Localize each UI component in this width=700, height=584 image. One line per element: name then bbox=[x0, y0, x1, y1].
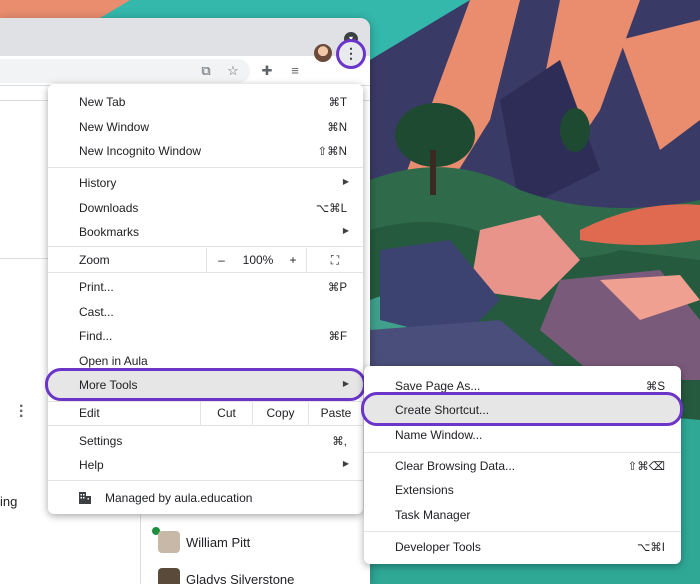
menu-item-label: Clear Browsing Data... bbox=[395, 459, 516, 473]
avatar bbox=[158, 531, 180, 553]
menu-item-shortcut: ⌘, bbox=[332, 436, 347, 448]
menu-item-shortcut: ⇧⌘⌫ bbox=[627, 461, 665, 473]
menu-item-history[interactable]: History ▶ bbox=[48, 171, 363, 195]
menu-item-label: Edit bbox=[79, 406, 100, 420]
menu-item-label: Extensions bbox=[395, 483, 454, 497]
menu-item-label: More Tools bbox=[79, 378, 138, 392]
menu-item-label: Print... bbox=[79, 280, 114, 294]
menu-item-label: Name Window... bbox=[395, 428, 483, 442]
submenu-item-task-manager[interactable]: Task Manager bbox=[364, 503, 681, 527]
zoom-level: 100% bbox=[242, 253, 274, 267]
menu-item-shortcut: ⌥⌘I bbox=[637, 542, 665, 554]
menu-divider bbox=[364, 452, 681, 453]
menu-item-label: Help bbox=[79, 458, 104, 472]
person-name: William Pitt bbox=[186, 535, 251, 550]
page-text-fragment: ing bbox=[0, 494, 18, 509]
menu-item-label: Settings bbox=[79, 434, 123, 448]
bookmark-star-icon[interactable]: ☆ bbox=[223, 61, 243, 81]
menu-divider bbox=[48, 167, 363, 168]
menu-item-shortcut: ⌘S bbox=[645, 381, 665, 393]
profile-avatar[interactable] bbox=[314, 44, 332, 62]
menu-item-label: Zoom bbox=[79, 253, 110, 267]
submenu-item-create-shortcut[interactable]: Create Shortcut... bbox=[361, 392, 683, 426]
menu-item-shortcut: ⌥⌘L bbox=[315, 203, 347, 215]
menu-item-zoom: Zoom – 100% + ⛶ bbox=[48, 248, 363, 272]
menu-divider bbox=[48, 425, 363, 426]
media-queue-icon[interactable]: ≡ bbox=[285, 61, 305, 81]
menu-item-print[interactable]: Print... ⌘P bbox=[48, 275, 363, 299]
menu-item-label: New Tab bbox=[79, 95, 126, 109]
menu-item-managed[interactable]: Managed by aula.education bbox=[48, 486, 363, 510]
submenu-arrow-icon: ▶ bbox=[342, 177, 349, 186]
menu-item-new-incognito-window[interactable]: New Incognito Window ⇧⌘N bbox=[48, 139, 363, 163]
menu-item-shortcut: ⌘F bbox=[328, 331, 347, 343]
paste-button[interactable]: Paste bbox=[308, 401, 363, 425]
managed-by-label: Managed by aula.education bbox=[105, 491, 253, 505]
menu-item-label: New Window bbox=[79, 120, 150, 134]
submenu-arrow-icon: ▶ bbox=[342, 459, 349, 468]
browser-toolbar: ⧉ ☆ ✚ ≡ bbox=[0, 56, 370, 86]
menu-item-label: Save Page As... bbox=[395, 379, 481, 393]
menu-item-edit: Edit Cut Copy Paste bbox=[48, 401, 363, 425]
building-icon bbox=[79, 492, 91, 504]
menu-item-shortcut: ⌘N bbox=[327, 122, 347, 134]
menu-item-label: Create Shortcut... bbox=[395, 403, 490, 417]
menu-item-shortcut: ⌘T bbox=[328, 97, 347, 109]
menu-item-label: Bookmarks bbox=[79, 225, 140, 239]
menu-item-downloads[interactable]: Downloads ⌥⌘L bbox=[48, 196, 363, 220]
menu-item-find[interactable]: Find... ⌘F bbox=[48, 324, 363, 348]
menu-item-new-tab[interactable]: New Tab ⌘T bbox=[48, 90, 363, 114]
submenu-item-extensions[interactable]: Extensions bbox=[364, 478, 681, 502]
submenu-arrow-icon: ▶ bbox=[342, 379, 349, 388]
menu-item-new-window[interactable]: New Window ⌘N bbox=[48, 115, 363, 139]
more-options-icon[interactable]: · · · bbox=[19, 399, 24, 425]
fullscreen-icon[interactable]: ⛶ bbox=[306, 248, 363, 272]
person-name: Gladys Silverstone bbox=[186, 572, 295, 584]
submenu-arrow-icon: ▶ bbox=[342, 226, 349, 235]
submenu-item-clear-browsing-data[interactable]: Clear Browsing Data... ⇧⌘⌫ bbox=[364, 454, 681, 478]
menu-item-more-tools[interactable]: More Tools ▶ bbox=[45, 368, 366, 401]
menu-divider bbox=[364, 531, 681, 532]
submenu-item-name-window[interactable]: Name Window... bbox=[364, 423, 681, 447]
copy-button[interactable]: Copy bbox=[252, 401, 308, 425]
menu-item-shortcut: ⇧⌘N bbox=[317, 146, 347, 158]
open-in-app-icon[interactable]: ⧉ bbox=[196, 61, 216, 81]
menu-item-label: Task Manager bbox=[395, 508, 471, 522]
chrome-menu-button[interactable]: ⋮ bbox=[336, 39, 366, 69]
submenu-item-developer-tools[interactable]: Developer Tools ⌥⌘I bbox=[364, 535, 681, 559]
menu-divider bbox=[48, 246, 363, 247]
menu-divider bbox=[48, 272, 363, 273]
menu-item-bookmarks[interactable]: Bookmarks ▶ bbox=[48, 220, 363, 244]
menu-item-label: Find... bbox=[79, 329, 113, 343]
zoom-in-button[interactable]: + bbox=[280, 248, 306, 272]
chrome-main-menu: New Tab ⌘T New Window ⌘N New Incognito W… bbox=[48, 84, 363, 514]
menu-item-cast[interactable]: Cast... bbox=[48, 300, 363, 324]
menu-item-label: Cast... bbox=[79, 305, 114, 319]
zoom-out-button[interactable]: – bbox=[206, 248, 236, 272]
menu-divider bbox=[48, 480, 363, 481]
menu-item-label: History bbox=[79, 176, 117, 190]
menu-item-settings[interactable]: Settings ⌘, bbox=[48, 429, 363, 453]
menu-item-help[interactable]: Help ▶ bbox=[48, 453, 363, 477]
menu-item-label: Open in Aula bbox=[79, 354, 148, 368]
menu-item-label: Downloads bbox=[79, 201, 139, 215]
extensions-puzzle-icon[interactable]: ✚ bbox=[257, 61, 277, 81]
menu-item-shortcut: ⌘P bbox=[327, 282, 347, 294]
menu-item-label: Developer Tools bbox=[395, 540, 481, 554]
menu-item-label: New Incognito Window bbox=[79, 144, 202, 158]
cut-button[interactable]: Cut bbox=[200, 401, 252, 425]
avatar bbox=[158, 568, 180, 584]
